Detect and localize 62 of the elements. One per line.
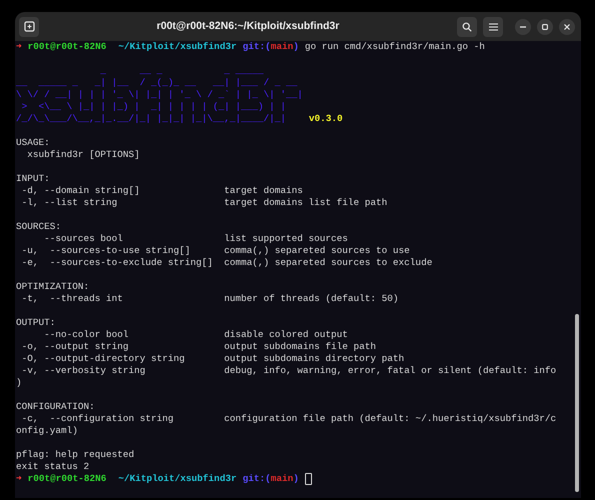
option-description: output subdomains file path xyxy=(224,341,376,353)
option-description: target domains list file path xyxy=(224,197,388,209)
close-icon xyxy=(564,24,570,30)
option-text: -v, --verbosity string xyxy=(20,365,146,377)
git-label: git:( xyxy=(242,41,271,53)
option-description: number of threads (default: 50) xyxy=(224,293,399,305)
option-description: debug, info, warning, error, fatal or silent (default: info xyxy=(224,365,556,377)
maximize-icon xyxy=(542,24,548,30)
output-line: exit status 2 xyxy=(16,461,90,473)
option-text: -e, --sources-to-exclude string[] xyxy=(20,257,214,269)
terminal-tab-icon xyxy=(24,21,34,32)
option-description: output subdomains directory path xyxy=(224,353,404,365)
git-branch: main xyxy=(270,41,294,53)
scrollbar-thumb[interactable] xyxy=(575,314,579,492)
option-description: target domains xyxy=(224,185,303,197)
option-text: -u, --sources-to-use string[] xyxy=(20,245,192,257)
prompt-path: ~/Kitploit/xsubfind3r xyxy=(118,41,237,53)
version-label: v0.3.0 xyxy=(308,113,343,125)
option-description: list supported sources xyxy=(224,233,348,245)
option-text: -O, --output-directory string xyxy=(20,353,186,365)
output-line: CONFIGURATION: xyxy=(16,401,95,413)
search-button[interactable] xyxy=(457,16,477,36)
option-text: -t, --threads int xyxy=(20,293,124,305)
maximize-button[interactable] xyxy=(537,18,553,34)
prompt-arrow: ➜ xyxy=(16,41,22,53)
new-tab-button[interactable] xyxy=(19,16,39,36)
output-line: OUTPUT: xyxy=(16,317,56,329)
git-branch: main xyxy=(270,473,294,485)
prompt-path: ~/Kitploit/xsubfind3r xyxy=(118,473,237,485)
option-text: --no-color bool xyxy=(43,329,130,341)
prompt-arrow: ➜ xyxy=(16,473,22,485)
output-line: INPUT: xyxy=(16,173,50,185)
output-line: SOURCES: xyxy=(16,221,62,233)
option-description: comma(,) separeted sources to use xyxy=(224,245,410,257)
output-line: OPTIMIZATION: xyxy=(16,281,90,293)
option-text: -l, --list string xyxy=(20,197,118,209)
output-line: pflag: help requested xyxy=(16,449,134,461)
option-text: --sources bool xyxy=(43,233,124,245)
option-description: configuration file path (default: ~/.hueristiq/xsubfind3r/c xyxy=(224,413,556,425)
output-line: onfig.yaml) xyxy=(16,425,78,437)
menu-icon xyxy=(488,22,498,30)
option-text: -d, --domain string[] xyxy=(20,185,141,197)
option-text: -o, --output string xyxy=(20,341,130,353)
minimize-icon xyxy=(520,26,526,28)
search-icon xyxy=(462,22,472,32)
option-description: comma(,) separeted sources to exclude xyxy=(224,257,432,269)
git-label: git:( xyxy=(242,473,271,485)
command-text: go run cmd/xsubfind3r/main.go -h xyxy=(304,41,485,53)
banner-art: _ __ _ _ _____ __ _____ _ _| |__ / _(_)_ __ __| |___ / _ __ \ \/ / __| | | | '_ \| |_| | '_ \ / _` | |_ \| '__| > <\__ \ |_| | |_) | _| | | | | (_| |___) | | /_/\_\___/\__,_|_.__/|_| |_|_| |_|\__,_|____/|_| xyxy=(16,65,303,125)
output-line: ) xyxy=(16,377,22,389)
window-title: r00t@r00t-82N6:~/Kitploit/xsubfind3r xyxy=(156,18,340,34)
menu-button[interactable] xyxy=(483,16,503,36)
close-button[interactable] xyxy=(559,18,575,34)
prompt-user: r00t@r00t-82N6 xyxy=(28,473,106,485)
output-line: USAGE: xyxy=(16,137,50,149)
option-text: -c, --configuration string xyxy=(20,413,175,425)
prompt-user: r00t@r00t-82N6 xyxy=(28,41,106,53)
git-label: ) xyxy=(293,41,299,53)
output-line: xsubfind3r [OPTIONS] xyxy=(26,149,140,161)
minimize-button[interactable] xyxy=(515,18,531,34)
git-label: ) xyxy=(293,473,299,485)
option-description: disable colored output xyxy=(224,329,348,341)
